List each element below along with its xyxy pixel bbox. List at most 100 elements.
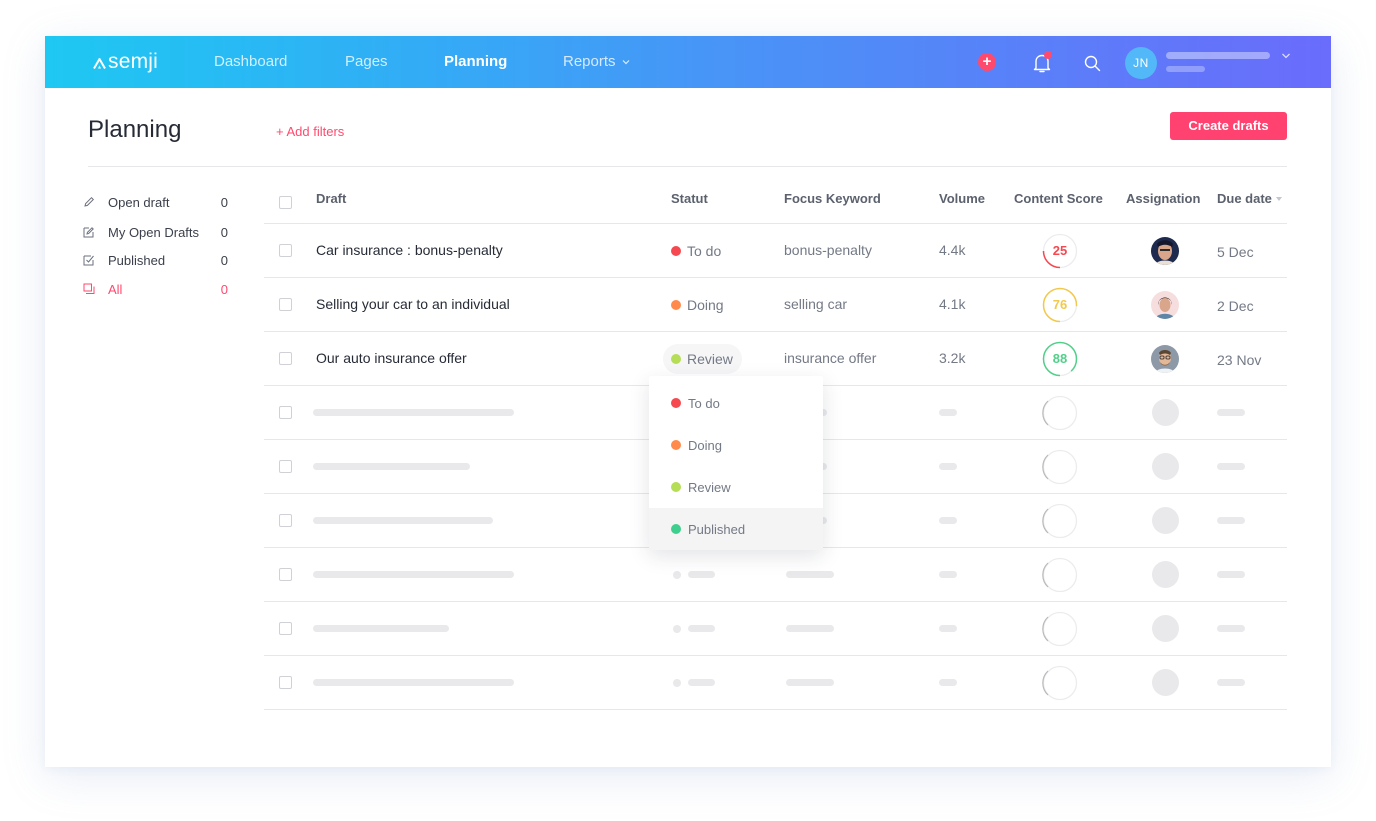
column-header-draft[interactable]: Draft (316, 191, 346, 206)
nav-dashboard[interactable]: Dashboard (214, 53, 287, 70)
status-option-label: To do (688, 395, 720, 411)
content-score-ring: 76 (1042, 287, 1078, 323)
brand-name: semji (108, 50, 159, 73)
status-dot-placeholder (673, 571, 681, 579)
sidebar-item-count: 0 (220, 252, 228, 268)
assignee-avatar[interactable] (1151, 237, 1179, 265)
status-dot (671, 300, 681, 310)
row-checkbox[interactable] (279, 676, 292, 689)
nav-reports[interactable]: Reports (563, 53, 631, 70)
sidebar-item-label: My Open Drafts (108, 224, 200, 240)
status-badge[interactable]: Review (663, 344, 742, 374)
keyword-placeholder (786, 625, 834, 632)
status-option-review[interactable]: Review (649, 466, 823, 508)
status-dot (671, 354, 681, 364)
row-checkbox[interactable] (279, 568, 292, 581)
due-date-placeholder (1217, 625, 1245, 632)
row-checkbox[interactable] (279, 514, 292, 527)
notifications-button[interactable] (1032, 51, 1052, 74)
assignee-avatar[interactable] (1151, 345, 1179, 373)
add-button[interactable]: + (978, 53, 996, 71)
row-checkbox[interactable] (279, 352, 292, 365)
header-divider (88, 166, 1287, 167)
due-date-placeholder (1217, 571, 1245, 578)
sidebar-item-label: All (108, 281, 123, 297)
user-avatar[interactable]: JN (1125, 47, 1157, 79)
score-ring-placeholder (1042, 557, 1078, 593)
column-header-focus-keyword[interactable]: Focus Keyword (784, 191, 881, 206)
pencil-icon (82, 195, 96, 209)
volume: 4.1k (939, 296, 966, 312)
status-badge[interactable]: To do (663, 236, 730, 266)
top-navbar: semji Dashboard Pages Planning Reports +… (45, 36, 1331, 88)
volume-placeholder (939, 571, 957, 578)
search-button[interactable] (1084, 55, 1101, 72)
focus-keyword: insurance offer (784, 350, 877, 366)
table-row[interactable]: Car insurance : bonus-penalty To do bonu… (264, 224, 1287, 278)
column-header-due-date[interactable]: Due date (1217, 191, 1282, 206)
status-dot (671, 398, 681, 408)
sidebar-item-all[interactable]: All 0 (82, 279, 228, 299)
column-header-statut[interactable]: Statut (671, 191, 708, 206)
row-checkbox[interactable] (279, 298, 292, 311)
status-option-label: Review (688, 479, 731, 495)
status-dropdown-menu: To do Doing Review Published (649, 376, 823, 550)
placeholder-row (264, 602, 1287, 656)
sidebar-item-count: 0 (220, 281, 228, 297)
plus-icon: + (982, 53, 992, 70)
sidebar-item-open-draft[interactable]: Open draft 0 (82, 192, 228, 212)
status-label: To do (687, 243, 722, 259)
content-score-value: 88 (1052, 351, 1068, 366)
column-header-content-score[interactable]: Content Score (1014, 191, 1103, 206)
draft-title[interactable]: Car insurance : bonus-penalty (316, 242, 503, 258)
assignee-placeholder (1152, 507, 1179, 534)
score-ring-placeholder (1042, 449, 1078, 485)
status-placeholder (688, 625, 715, 632)
page-title: Planning (88, 116, 182, 143)
semji-logo-icon (93, 58, 106, 70)
status-option-doing[interactable]: Doing (649, 424, 823, 466)
nav-planning[interactable]: Planning (444, 53, 507, 70)
table-row[interactable]: Selling your car to an individual Doing … (264, 278, 1287, 332)
status-badge[interactable]: Doing (663, 290, 733, 320)
row-checkbox[interactable] (279, 622, 292, 635)
row-checkbox[interactable] (279, 460, 292, 473)
user-role-placeholder (1166, 66, 1205, 72)
status-dot-placeholder (673, 625, 681, 633)
content-score-ring: 88 (1042, 341, 1078, 377)
placeholder-row (264, 656, 1287, 710)
row-checkbox[interactable] (279, 244, 292, 257)
column-header-assignation[interactable]: Assignation (1126, 191, 1200, 206)
user-menu-chevron-icon[interactable] (1280, 51, 1292, 61)
select-all-checkbox[interactable] (279, 196, 292, 209)
draft-placeholder (313, 679, 514, 686)
sidebar-item-published[interactable]: Published 0 (82, 250, 228, 270)
status-option-to-do[interactable]: To do (649, 382, 823, 424)
status-label: Doing (687, 297, 724, 313)
due-date: 5 Dec (1217, 244, 1254, 260)
nav-reports-label: Reports (563, 53, 616, 70)
volume: 4.4k (939, 242, 966, 258)
nav-pages[interactable]: Pages (345, 53, 388, 70)
content-score-value: 25 (1052, 243, 1068, 258)
assignee-placeholder (1152, 669, 1179, 696)
brand-logo[interactable]: semji (93, 50, 158, 74)
sidebar-item-my-open-drafts[interactable]: My Open Drafts 0 (82, 222, 228, 242)
draft-placeholder (313, 463, 470, 470)
score-ring-placeholder (1042, 503, 1078, 539)
row-checkbox[interactable] (279, 406, 292, 419)
add-filters-link[interactable]: + Add filters (276, 124, 344, 139)
due-date: 2 Dec (1217, 298, 1254, 314)
draft-title[interactable]: Our auto insurance offer (316, 350, 467, 366)
create-drafts-button[interactable]: Create drafts (1170, 112, 1287, 140)
keyword-placeholder (786, 679, 834, 686)
volume-placeholder (939, 679, 957, 686)
status-label: Review (687, 351, 733, 367)
column-header-volume[interactable]: Volume (939, 191, 985, 206)
assignee-avatar[interactable] (1151, 291, 1179, 319)
draft-title[interactable]: Selling your car to an individual (316, 296, 510, 312)
status-dot (671, 482, 681, 492)
sidebar-item-label: Published (108, 252, 166, 268)
due-date-label: Due date (1217, 191, 1272, 206)
status-option-published[interactable]: Published (649, 508, 823, 550)
